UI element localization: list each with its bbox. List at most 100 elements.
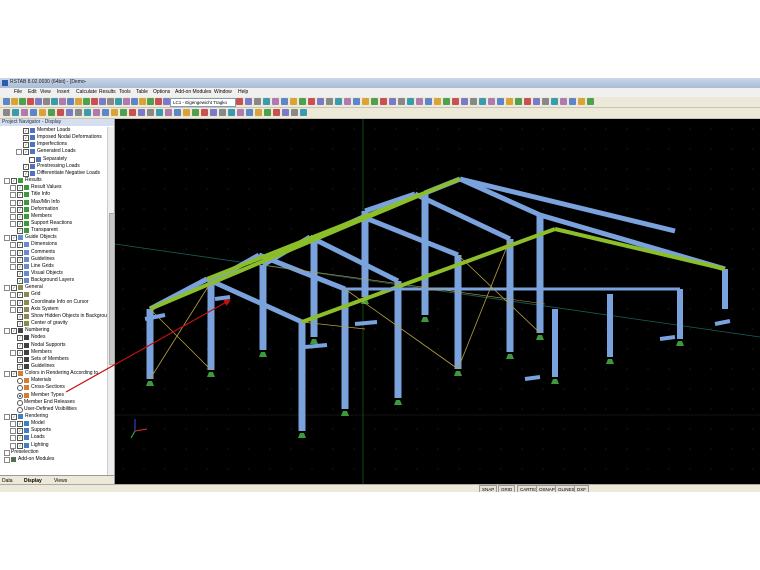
toolbar-button[interactable] [147, 109, 154, 116]
checkbox[interactable]: ✓ [17, 278, 23, 285]
menu-item[interactable]: Help [238, 89, 248, 95]
expand-icon[interactable] [4, 371, 10, 378]
expand-icon[interactable] [10, 199, 16, 206]
checkbox[interactable]: ✓ [23, 163, 29, 170]
status-toggle[interactable]: DXF [574, 485, 589, 492]
toolbar-button[interactable] [183, 109, 190, 116]
toolbar-button[interactable] [91, 98, 98, 105]
expand-icon[interactable] [10, 192, 16, 199]
toolbar-button[interactable] [317, 98, 324, 105]
expand-icon[interactable] [10, 220, 16, 227]
toolbar-button[interactable] [560, 98, 567, 105]
tree-item[interactable]: ✓ Imperfections [0, 141, 107, 149]
toolbar-button[interactable] [524, 98, 531, 105]
tree-item[interactable]: Member Types [0, 392, 107, 399]
toolbar-button[interactable] [515, 98, 522, 105]
toolbar-button[interactable] [434, 98, 441, 105]
toolbar-button[interactable] [272, 98, 279, 105]
menu-item[interactable]: Table [136, 89, 148, 95]
checkbox[interactable]: ✓ [11, 235, 17, 242]
toolbar-button[interactable] [30, 109, 37, 116]
menu-item[interactable]: Options [153, 89, 170, 95]
tree-item[interactable]: ✓ Members [0, 349, 107, 356]
toolbar-button[interactable] [156, 109, 163, 116]
tree-item[interactable]: ✓ Loads [0, 434, 107, 442]
toolbar-button[interactable] [425, 98, 432, 105]
checkbox[interactable]: ✓ [17, 435, 23, 442]
toolbar-button[interactable] [461, 98, 468, 105]
toolbar-button[interactable] [155, 98, 162, 105]
toolbar-button[interactable] [569, 98, 576, 105]
toolbar-button[interactable] [3, 98, 10, 105]
menu-item[interactable]: Insert [57, 89, 70, 95]
checkbox[interactable]: ✓ [17, 256, 23, 263]
toolbar-button[interactable] [551, 98, 558, 105]
checkbox[interactable]: ✓ [17, 199, 23, 206]
toolbar-button[interactable] [362, 98, 369, 105]
toolbar-button[interactable] [11, 98, 18, 105]
menu-item[interactable]: Results [99, 89, 116, 95]
checkbox[interactable]: ✓ [23, 128, 29, 134]
toolbar-button[interactable] [443, 98, 450, 105]
expand-icon[interactable] [10, 428, 16, 435]
toolbar-button[interactable] [407, 98, 414, 105]
tree-item[interactable]: ✓ Title Info [0, 191, 107, 199]
toolbar-button[interactable] [147, 98, 154, 105]
load-case-select[interactable]: LC1 - Eigengewicht Tragko [170, 98, 236, 107]
toolbar-button[interactable] [165, 109, 172, 116]
tree-item[interactable]: ✓ Background Layers [0, 277, 107, 285]
radio-button[interactable] [17, 399, 23, 406]
tree-item[interactable]: ✓ Line Grids [0, 263, 107, 270]
expand-icon[interactable] [10, 306, 16, 313]
checkbox[interactable]: ✓ [11, 178, 17, 185]
checkbox[interactable]: ✓ [17, 421, 23, 428]
toolbar-button[interactable] [246, 109, 253, 116]
menu-item[interactable]: Tools [119, 89, 131, 95]
expand-icon[interactable] [10, 349, 16, 356]
toolbar-button[interactable] [102, 109, 109, 116]
toolbar-button[interactable] [506, 98, 513, 105]
tree-item[interactable]: ✓ Supports [0, 427, 107, 435]
toolbar-button[interactable] [470, 98, 477, 105]
expand-icon[interactable] [4, 414, 10, 420]
tree-item[interactable]: ✓ Result Values [0, 184, 107, 192]
checkbox[interactable]: ✓ [17, 442, 23, 449]
expand-icon[interactable] [10, 213, 16, 220]
tree-item[interactable]: ✓ Nodes [0, 334, 107, 342]
expand-icon[interactable] [10, 256, 16, 263]
checkbox[interactable]: ✓ [17, 428, 23, 435]
checkbox[interactable]: ✓ [11, 285, 17, 292]
toolbar-button[interactable] [139, 98, 146, 105]
tree-item[interactable]: ✓ Generated Loads [0, 148, 107, 156]
tree-item[interactable]: ✓ Sets of Members [0, 356, 107, 363]
expand-icon[interactable] [10, 292, 16, 299]
checkbox[interactable]: ✓ [23, 142, 29, 149]
tree-item[interactable]: ✓ Rendering [0, 413, 107, 420]
checkbox[interactable]: ✓ [17, 213, 23, 220]
checkbox[interactable]: ✓ [17, 321, 23, 328]
toolbar-button[interactable] [587, 98, 594, 105]
toolbar-button[interactable] [344, 98, 351, 105]
toolbar-button[interactable] [542, 98, 549, 105]
tree-item[interactable]: ✓ Dimensions [0, 241, 107, 249]
toolbar-button[interactable] [115, 98, 122, 105]
menu-item[interactable]: Add-on Modules [175, 89, 211, 95]
toolbar-button[interactable] [273, 109, 280, 116]
radio-button[interactable] [17, 385, 23, 392]
tree-item[interactable]: ✓ Comments [0, 249, 107, 256]
tree-item[interactable]: ✓ Deformation [0, 206, 107, 213]
toolbar-button[interactable] [488, 98, 495, 105]
expand-icon[interactable] [4, 449, 10, 456]
checkbox[interactable]: ✓ [23, 149, 29, 156]
status-toggle[interactable]: SNAP [479, 485, 498, 492]
checkbox[interactable]: ✓ [17, 313, 23, 320]
menu-item[interactable]: Window [214, 89, 232, 95]
tree-item[interactable]: ✓ Axis System [0, 306, 107, 313]
toolbar-button[interactable] [578, 98, 585, 105]
expand-icon[interactable] [10, 263, 16, 270]
checkbox[interactable]: ✓ [17, 263, 23, 270]
menu-item[interactable]: File [14, 89, 22, 95]
tree-item[interactable]: ✓ Guidelines [0, 363, 107, 370]
checkbox[interactable]: ✓ [11, 328, 17, 335]
toolbar-button[interactable] [129, 109, 136, 116]
